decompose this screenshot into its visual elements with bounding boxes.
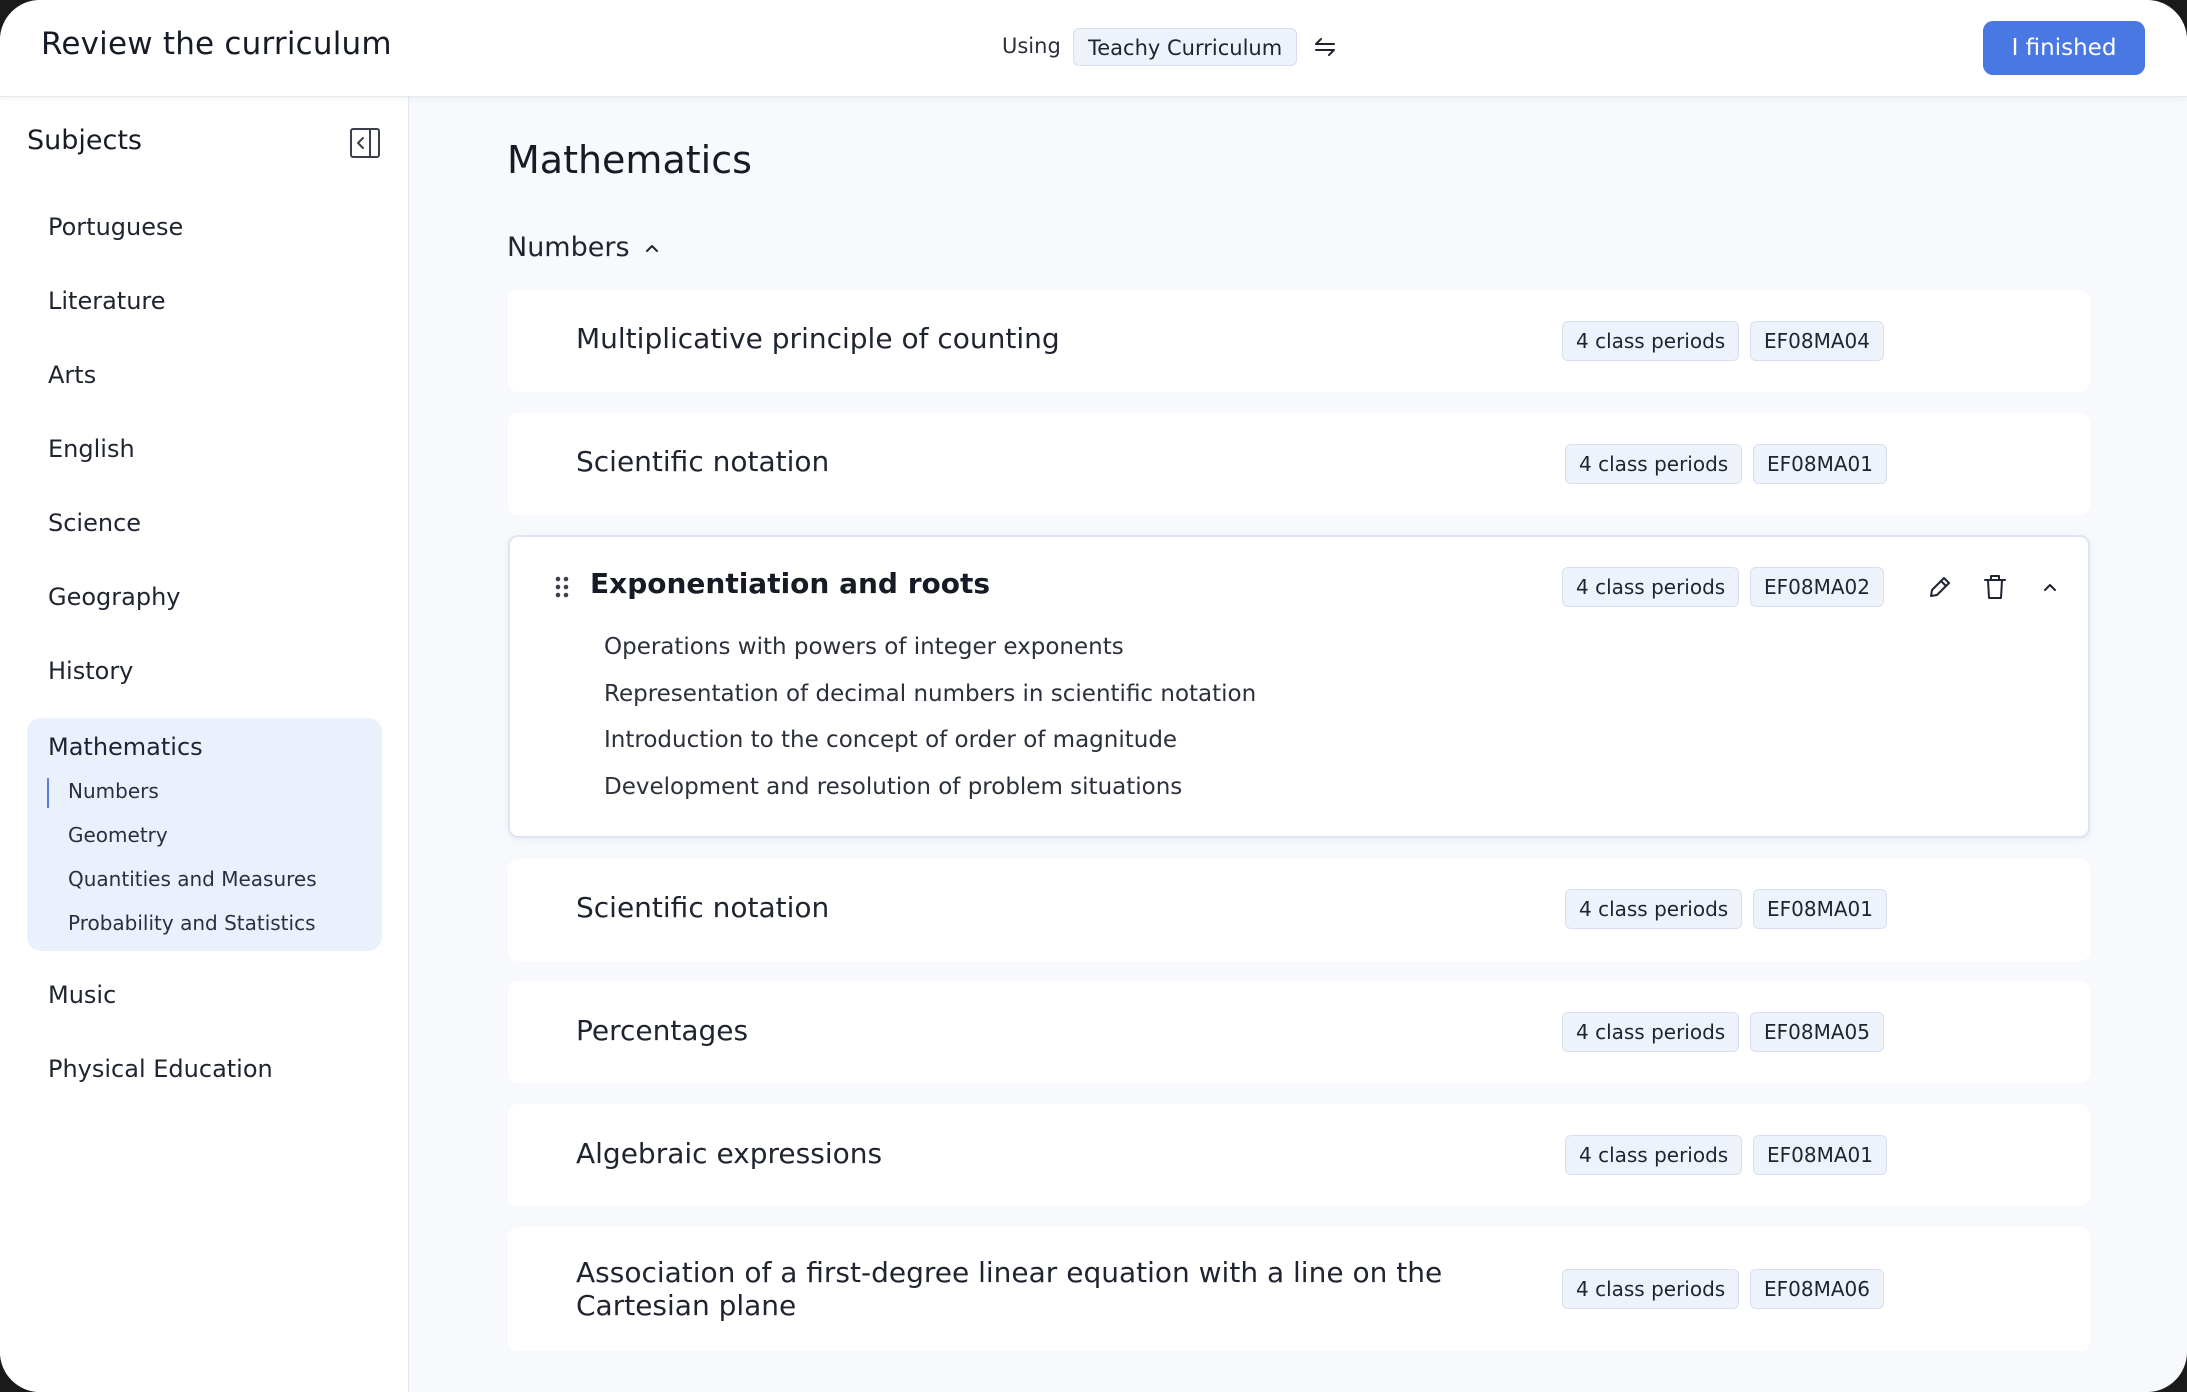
- app-window: Review the curriculum Using Teachy Curri…: [0, 0, 2187, 1392]
- skill-code-badge: EF08MA04: [1750, 321, 1884, 361]
- sidebar-heading: Subjects: [27, 125, 143, 156]
- section-toggle-numbers[interactable]: Numbers: [507, 232, 660, 263]
- class-periods-badge: 4 class periods: [1562, 1012, 1740, 1052]
- topic-card[interactable]: Algebraic expressions 4 class periods EF…: [508, 1104, 2090, 1206]
- topic-card[interactable]: Multiplicative principle of counting 4 c…: [508, 290, 2090, 392]
- topic-title: Exponentiation and roots: [590, 567, 991, 600]
- sidebar-item-physical-education[interactable]: Physical Education: [48, 1055, 273, 1083]
- skill-item: Operations with powers of integer expone…: [604, 634, 1124, 660]
- topic-card-expanded[interactable]: Exponentiation and roots 4 class periods…: [508, 535, 2090, 838]
- subjects-sidebar: Subjects Portuguese Literature Arts Engl…: [0, 97, 409, 1392]
- class-periods-badge: 4 class periods: [1565, 889, 1743, 929]
- skill-code-badge: EF08MA06: [1750, 1269, 1884, 1309]
- topic-title: Association of a first-degree linear equ…: [576, 1256, 1443, 1322]
- section-label: Numbers: [507, 232, 630, 263]
- sidebar-item-mathematics[interactable]: Mathematics: [48, 733, 203, 761]
- chevron-up-icon: [2044, 584, 2056, 591]
- class-periods-badge: 4 class periods: [1565, 444, 1743, 484]
- topic-title: Multiplicative principle of counting: [576, 322, 1060, 355]
- top-bar: Review the curriculum Using Teachy Curri…: [0, 0, 2187, 97]
- pencil-icon: [1930, 577, 1950, 597]
- sidebar-item-geography[interactable]: Geography: [48, 583, 181, 611]
- active-indicator: [47, 778, 49, 808]
- sidebar-subitem-quantities[interactable]: Quantities and Measures: [68, 867, 317, 891]
- using-label: Using: [1002, 34, 1061, 58]
- sidebar-subitem-probability[interactable]: Probability and Statistics: [68, 911, 316, 935]
- collapse-topic-button[interactable]: [2034, 571, 2066, 603]
- swap-curriculum-button[interactable]: [1308, 30, 1342, 64]
- sidebar-item-history[interactable]: History: [48, 657, 133, 685]
- skill-item: Representation of decimal numbers in sci…: [604, 681, 1257, 707]
- drag-handle-icon[interactable]: [554, 575, 570, 599]
- topic-card[interactable]: Scientific notation 4 class periods EF08…: [508, 859, 2090, 961]
- topic-card[interactable]: Association of a first-degree linear equ…: [508, 1227, 2090, 1351]
- chevron-up-icon: [645, 244, 658, 252]
- topic-title: Scientific notation: [576, 891, 830, 924]
- class-periods-badge: 4 class periods: [1562, 1269, 1740, 1309]
- page-header-title: Review the curriculum: [41, 26, 392, 62]
- collapse-sidebar-button[interactable]: [349, 127, 381, 159]
- sidebar-item-science[interactable]: Science: [48, 509, 141, 537]
- sidebar-subitem-numbers[interactable]: Numbers: [68, 779, 159, 803]
- class-periods-badge: 4 class periods: [1562, 321, 1740, 361]
- sidebar-item-portuguese[interactable]: Portuguese: [48, 213, 183, 241]
- topic-title: Scientific notation: [576, 445, 830, 478]
- sidebar-item-literature[interactable]: Literature: [48, 287, 166, 315]
- skill-item: Introduction to the concept of order of …: [604, 727, 1178, 753]
- curriculum-selector[interactable]: Teachy Curriculum: [1073, 28, 1298, 66]
- class-periods-badge: 4 class periods: [1562, 567, 1740, 607]
- delete-topic-button[interactable]: [1979, 571, 2011, 603]
- sidebar-group-mathematics: Mathematics Numbers Geometry Quantities …: [27, 718, 382, 951]
- edit-topic-button[interactable]: [1924, 571, 1956, 603]
- swap-arrows-icon: [1315, 38, 1335, 56]
- sidebar-item-arts[interactable]: Arts: [48, 361, 96, 389]
- skill-item: Development and resolution of problem si…: [604, 774, 1183, 800]
- topic-title: Percentages: [576, 1014, 749, 1047]
- sidebar-subitem-geometry[interactable]: Geometry: [68, 823, 168, 847]
- skill-code-badge: EF08MA02: [1750, 567, 1884, 607]
- trash-icon: [1984, 575, 2006, 599]
- sidebar-item-english[interactable]: English: [48, 435, 135, 463]
- finished-button[interactable]: I finished: [1983, 21, 2145, 75]
- subject-title: Mathematics: [507, 138, 752, 182]
- topic-card[interactable]: Percentages 4 class periods EF08MA05: [508, 981, 2090, 1083]
- topic-title: Algebraic expressions: [576, 1137, 883, 1170]
- topic-card[interactable]: Scientific notation 4 class periods EF08…: [508, 413, 2090, 515]
- class-periods-badge: 4 class periods: [1565, 1135, 1743, 1175]
- sidebar-item-music[interactable]: Music: [48, 981, 116, 1009]
- skill-code-badge: EF08MA01: [1753, 889, 1887, 929]
- sidebar-collapse-icon: [350, 128, 380, 158]
- skill-code-badge: EF08MA01: [1753, 444, 1887, 484]
- skill-code-badge: EF08MA01: [1753, 1135, 1887, 1175]
- skill-code-badge: EF08MA05: [1750, 1012, 1884, 1052]
